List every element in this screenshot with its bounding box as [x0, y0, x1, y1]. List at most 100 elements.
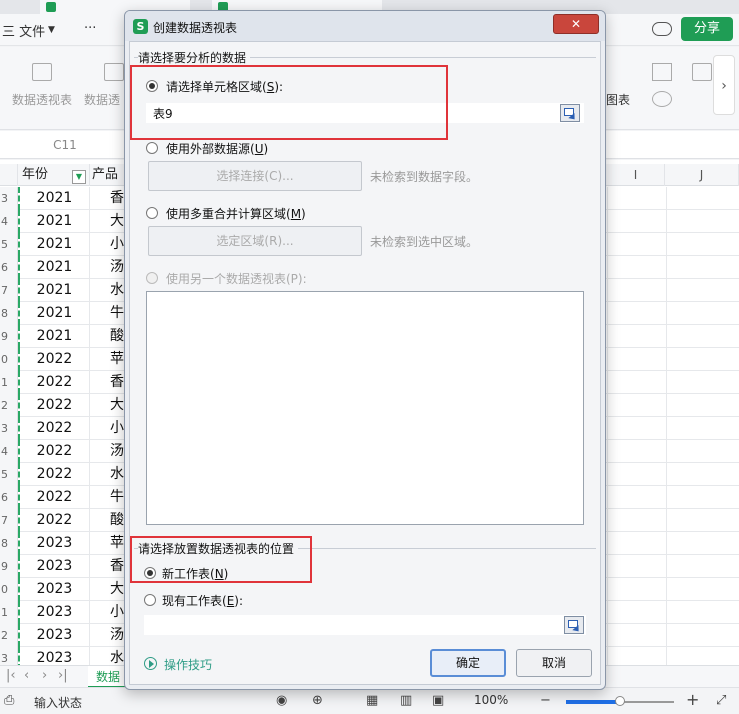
- empty-cells[interactable]: [607, 463, 739, 486]
- row-number[interactable]: 1: [0, 371, 18, 394]
- radio-existing-sheet[interactable]: [144, 594, 156, 606]
- empty-cells[interactable]: [607, 302, 739, 325]
- row-number[interactable]: 3: [0, 647, 18, 665]
- row-number[interactable]: 1: [0, 601, 18, 624]
- row-number[interactable]: 3: [0, 417, 18, 440]
- filter-dropdown-icon[interactable]: ▼: [72, 170, 86, 184]
- tips-link[interactable]: 操作技巧: [164, 656, 212, 673]
- pivot-chart-button[interactable]: 数据透: [84, 91, 120, 108]
- more-menu[interactable]: ···: [84, 21, 96, 36]
- year-cell[interactable]: 2023: [18, 624, 90, 647]
- row-number[interactable]: 8: [0, 532, 18, 555]
- year-cell[interactable]: 2022: [18, 394, 90, 417]
- empty-cells[interactable]: [607, 486, 739, 509]
- row-number[interactable]: 0: [0, 348, 18, 371]
- radio-multi-range[interactable]: [146, 207, 158, 219]
- zoom-level[interactable]: 100%: [474, 693, 508, 707]
- row-number[interactable]: 9: [0, 325, 18, 348]
- empty-cells[interactable]: [607, 417, 739, 440]
- row-number[interactable]: 7: [0, 509, 18, 532]
- radio-existing-sheet-label[interactable]: 现有工作表(E):: [162, 592, 243, 609]
- zoom-out-icon[interactable]: −: [540, 693, 551, 708]
- bar-chart-icon[interactable]: [652, 63, 672, 81]
- row-number[interactable]: 9: [0, 555, 18, 578]
- empty-cells[interactable]: [607, 210, 739, 233]
- empty-cells[interactable]: [607, 348, 739, 371]
- row-number[interactable]: 8: [0, 302, 18, 325]
- empty-cells[interactable]: [607, 279, 739, 302]
- year-cell[interactable]: 2021: [18, 302, 90, 325]
- line-chart-icon[interactable]: [692, 63, 712, 81]
- row-number[interactable]: 0: [0, 578, 18, 601]
- row-number[interactable]: 6: [0, 256, 18, 279]
- row-number[interactable]: 4: [0, 440, 18, 463]
- pivot-table-list[interactable]: [146, 291, 584, 525]
- cancel-button[interactable]: 取消: [516, 649, 592, 677]
- zoom-slider-knob[interactable]: [615, 696, 625, 706]
- select-connection-button[interactable]: 选择连接(C)...: [148, 161, 362, 191]
- empty-cells[interactable]: [607, 509, 739, 532]
- empty-cells[interactable]: [607, 187, 739, 210]
- name-box[interactable]: C11: [0, 135, 130, 155]
- year-cell[interactable]: 2021: [18, 325, 90, 348]
- ribbon-next-button[interactable]: ›: [713, 55, 735, 115]
- existing-picker-button[interactable]: [564, 616, 584, 634]
- close-button[interactable]: ✕: [553, 14, 599, 34]
- existing-sheet-input[interactable]: [144, 615, 586, 635]
- year-cell[interactable]: 2021: [18, 187, 90, 210]
- macro-icon[interactable]: ⎙: [4, 693, 14, 708]
- empty-cells[interactable]: [607, 624, 739, 647]
- normal-view-icon[interactable]: ▦: [366, 693, 378, 708]
- empty-cells[interactable]: [607, 394, 739, 417]
- pivot-table-button[interactable]: 数据透视表: [12, 91, 72, 108]
- page-layout-icon[interactable]: ▥: [400, 693, 412, 708]
- zoom-in-icon[interactable]: +: [686, 690, 699, 709]
- radio-multi-range-label[interactable]: 使用多重合并计算区域(M): [166, 205, 306, 222]
- empty-cells[interactable]: [607, 601, 739, 624]
- row-number[interactable]: 4: [0, 210, 18, 233]
- year-cell[interactable]: 2023: [18, 555, 90, 578]
- row-number[interactable]: 6: [0, 486, 18, 509]
- year-cell[interactable]: 2022: [18, 463, 90, 486]
- dialog-title-bar[interactable]: S 创建数据透视表 ✕: [125, 11, 605, 41]
- row-number[interactable]: 2: [0, 624, 18, 647]
- empty-cells[interactable]: [607, 371, 739, 394]
- empty-cells[interactable]: [607, 325, 739, 348]
- radio-other-pivot[interactable]: [146, 272, 158, 284]
- sheet-tab-data[interactable]: 数据: [88, 666, 128, 688]
- empty-cells[interactable]: [607, 233, 739, 256]
- column-header-j[interactable]: J: [665, 164, 739, 186]
- cloud-icon[interactable]: [652, 22, 672, 36]
- corner-cell[interactable]: [0, 164, 18, 186]
- last-sheet-icon[interactable]: ›|: [58, 668, 68, 683]
- chart-button[interactable]: 图表: [606, 91, 630, 108]
- radio-other-pivot-label[interactable]: 使用另一个数据透视表(P):: [166, 270, 307, 287]
- file-menu[interactable]: 三 文件: [2, 21, 45, 40]
- year-cell[interactable]: 2023: [18, 532, 90, 555]
- year-cell[interactable]: 2021: [18, 256, 90, 279]
- year-cell[interactable]: 2022: [18, 417, 90, 440]
- play-circle-icon[interactable]: [144, 657, 157, 670]
- empty-cells[interactable]: [607, 555, 739, 578]
- prev-sheet-icon[interactable]: ‹: [24, 668, 29, 683]
- page-break-icon[interactable]: ▣: [432, 693, 444, 708]
- ok-button[interactable]: 确定: [430, 649, 506, 677]
- share-button[interactable]: 分享: [681, 17, 733, 41]
- range-picker-button[interactable]: [560, 104, 580, 122]
- empty-cells[interactable]: [607, 532, 739, 555]
- year-cell[interactable]: 2022: [18, 440, 90, 463]
- row-number[interactable]: 5: [0, 463, 18, 486]
- empty-cells[interactable]: [607, 256, 739, 279]
- row-number[interactable]: 5: [0, 233, 18, 256]
- year-cell[interactable]: 2022: [18, 486, 90, 509]
- year-cell[interactable]: 2021: [18, 279, 90, 302]
- eye-icon[interactable]: ◉: [276, 693, 287, 708]
- year-cell[interactable]: 2022: [18, 348, 90, 371]
- zoom-slider[interactable]: [566, 696, 674, 706]
- fullscreen-icon[interactable]: ⤢: [716, 693, 726, 708]
- layout-icon[interactable]: ⊕: [312, 693, 323, 708]
- row-number[interactable]: 7: [0, 279, 18, 302]
- next-sheet-icon[interactable]: ›: [42, 668, 47, 683]
- radio-external-source-label[interactable]: 使用外部数据源(U): [166, 140, 268, 157]
- year-cell[interactable]: 2022: [18, 371, 90, 394]
